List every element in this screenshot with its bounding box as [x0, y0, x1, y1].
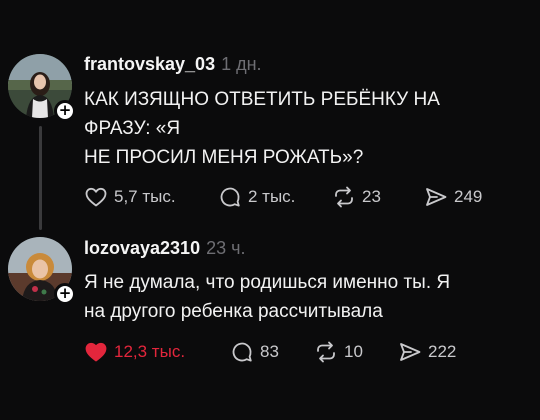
repost-icon — [335, 186, 353, 208]
thread-line — [39, 126, 42, 230]
repost-count: 23 — [362, 187, 381, 206]
comment-bubble-icon — [232, 342, 252, 362]
like-count: 5,7 тыс. — [114, 187, 176, 206]
reply-button[interactable]: 83 — [230, 337, 279, 367]
repost-count: 10 — [344, 342, 363, 361]
comment-header: lozovaya2310 23 ч. — [84, 238, 245, 259]
timestamp: 23 ч. — [206, 238, 246, 258]
username[interactable]: frantovskay_03 — [84, 54, 215, 74]
avatar-1[interactable]: + — [8, 54, 76, 122]
share-count: 249 — [454, 187, 483, 206]
comment-text-line: КАК ИЗЯЩНО ОТВЕТИТЬ РЕБЁНКУ НА — [84, 89, 440, 110]
comment-text-line: ФРАЗУ: «Я — [84, 118, 181, 139]
comment-text-line: Я не думала, что родишься именно ты. Я — [84, 272, 451, 293]
reply-button[interactable]: 2 тыс. — [218, 182, 295, 212]
reply-count: 2 тыс. — [248, 187, 296, 206]
follow-plus-icon[interactable]: + — [54, 100, 76, 122]
comment-text-line: на другого ребенка рассчитывала — [84, 301, 383, 322]
repost-icon — [317, 341, 335, 363]
like-button[interactable]: 12,3 тыс. — [84, 337, 185, 367]
repost-button[interactable]: 23 — [332, 182, 381, 212]
comment-bubble-icon — [220, 187, 240, 207]
username[interactable]: lozovaya2310 — [84, 238, 200, 258]
repost-button[interactable]: 10 — [314, 337, 363, 367]
comment-text: Я не думала, что родишься именно ты. Я н… — [84, 268, 524, 326]
timestamp: 1 дн. — [221, 54, 262, 74]
like-button[interactable]: 5,7 тыс. — [84, 182, 176, 212]
like-count: 12,3 тыс. — [114, 342, 186, 361]
comment-text-line: НЕ ПРОСИЛ МЕНЯ РОЖАТЬ»? — [84, 147, 364, 168]
send-icon — [426, 188, 447, 206]
heart-filled-icon — [85, 342, 107, 362]
avatar-2[interactable]: + — [8, 237, 76, 305]
comment-header: frantovskay_03 1 дн. — [84, 54, 262, 75]
reply-count: 83 — [260, 342, 279, 361]
send-icon — [400, 343, 421, 361]
comment-text: КАК ИЗЯЩНО ОТВЕТИТЬ РЕБЁНКУ НА ФРАЗУ: «Я… — [84, 85, 524, 172]
share-button[interactable]: 249 — [424, 182, 482, 212]
share-button[interactable]: 222 — [398, 337, 456, 367]
follow-plus-icon[interactable]: + — [54, 283, 76, 305]
heart-icon — [85, 187, 107, 207]
share-count: 222 — [428, 342, 457, 361]
